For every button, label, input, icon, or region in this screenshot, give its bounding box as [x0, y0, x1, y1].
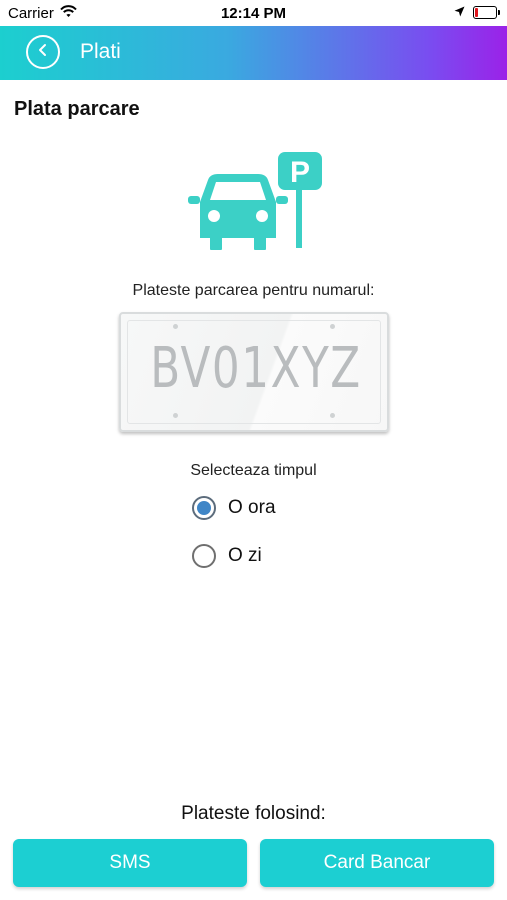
- radio-label-one-day: O zi: [228, 545, 262, 566]
- plate-screw: [173, 413, 178, 418]
- back-button[interactable]: [26, 35, 60, 69]
- car-parking-icon: P: [186, 150, 326, 254]
- chevron-left-icon: [37, 43, 49, 62]
- radio-option-one-hour[interactable]: O ora: [192, 496, 276, 520]
- status-time: 12:14 PM: [220, 5, 287, 22]
- radio-button-selected[interactable]: [192, 496, 216, 520]
- status-bar: Carrier 12:14 PM: [0, 0, 507, 26]
- payment-method-label: Plateste folosind:: [181, 803, 326, 824]
- battery-icon: [473, 6, 500, 19]
- time-selection-label: Selecteaza timpul: [190, 462, 317, 479]
- sms-pay-button[interactable]: SMS: [13, 839, 247, 887]
- navigation-bar: Plati: [0, 26, 507, 80]
- card-pay-button[interactable]: Card Bancar: [260, 839, 494, 887]
- plate-prompt-label: Plateste parcarea pentru numarul:: [132, 282, 375, 299]
- plate-screw: [330, 413, 335, 418]
- location-arrow-icon: [454, 4, 465, 21]
- status-bar-right: [454, 4, 500, 21]
- page-title: Plati: [80, 40, 121, 63]
- radio-option-one-day[interactable]: O zi: [192, 544, 262, 568]
- license-plate: BV01XYZ: [119, 312, 389, 432]
- radio-label-one-hour: O ora: [228, 497, 276, 518]
- section-title: Plata parcare: [14, 98, 140, 120]
- parking-sign-letter: P: [290, 156, 310, 189]
- plate-screw: [330, 324, 335, 329]
- radio-button-unselected[interactable]: [192, 544, 216, 568]
- plate-number: BV01XYZ: [150, 336, 362, 401]
- plate-screw: [173, 324, 178, 329]
